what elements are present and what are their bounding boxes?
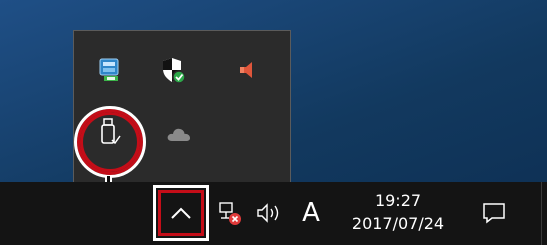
action-center-button[interactable] [476, 195, 512, 231]
volume-icon[interactable] [252, 196, 288, 230]
show-desktop-button[interactable] [541, 182, 542, 245]
ime-mode-indicator[interactable]: A [296, 194, 326, 232]
taskbar-clock[interactable]: 19:27 2017/07/24 [334, 185, 462, 241]
network-drive-icon[interactable] [93, 53, 127, 87]
chevron-up-icon [171, 207, 191, 219]
taskbar: A 19:27 2017/07/24 [0, 182, 547, 245]
windows-defender-icon[interactable] [156, 53, 190, 87]
show-hidden-icons-button[interactable] [153, 185, 209, 241]
notification-icon [483, 203, 505, 224]
clock-date: 2017/07/24 [351, 214, 445, 233]
network-status-icon[interactable] [213, 196, 247, 230]
clock-time: 19:27 [374, 191, 422, 210]
onedrive-icon[interactable] [162, 117, 196, 151]
speaker-alert-icon[interactable] [231, 53, 265, 87]
usb-icon-highlight-circle [74, 106, 146, 178]
